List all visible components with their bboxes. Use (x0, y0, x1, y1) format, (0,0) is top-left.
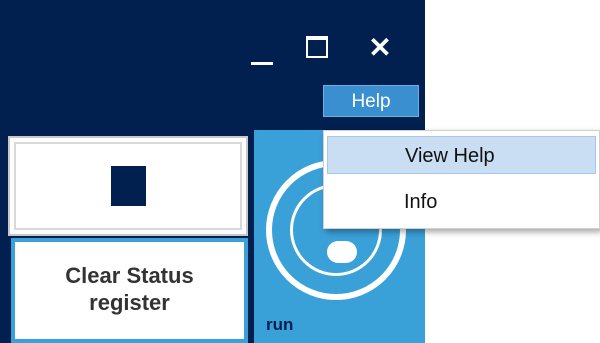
app-window: ✕ Help Clear Status register run View He… (0, 0, 600, 343)
stop-icon (111, 166, 146, 206)
menu-help[interactable]: Help (323, 85, 419, 117)
clear-status-register-button[interactable]: Clear Status register (11, 238, 248, 343)
maximize-button[interactable] (303, 33, 341, 71)
clear-status-label-line2: register (89, 290, 170, 315)
minimize-icon (251, 62, 273, 65)
run-label: run (266, 315, 294, 334)
stop-button[interactable] (8, 136, 248, 236)
clear-status-label-line1: Clear Status (65, 263, 194, 288)
menu-item-view-help[interactable]: View Help (327, 136, 596, 174)
menu-item-info[interactable]: Info (327, 183, 596, 221)
close-button[interactable]: ✕ (362, 30, 398, 66)
stop-button-frame (14, 142, 242, 230)
run-dial-knob (327, 241, 357, 263)
help-dropdown-menu: View Help Info (323, 130, 600, 229)
close-icon: ✕ (368, 32, 392, 63)
minimize-button[interactable] (248, 34, 288, 74)
maximize-icon (306, 36, 328, 58)
